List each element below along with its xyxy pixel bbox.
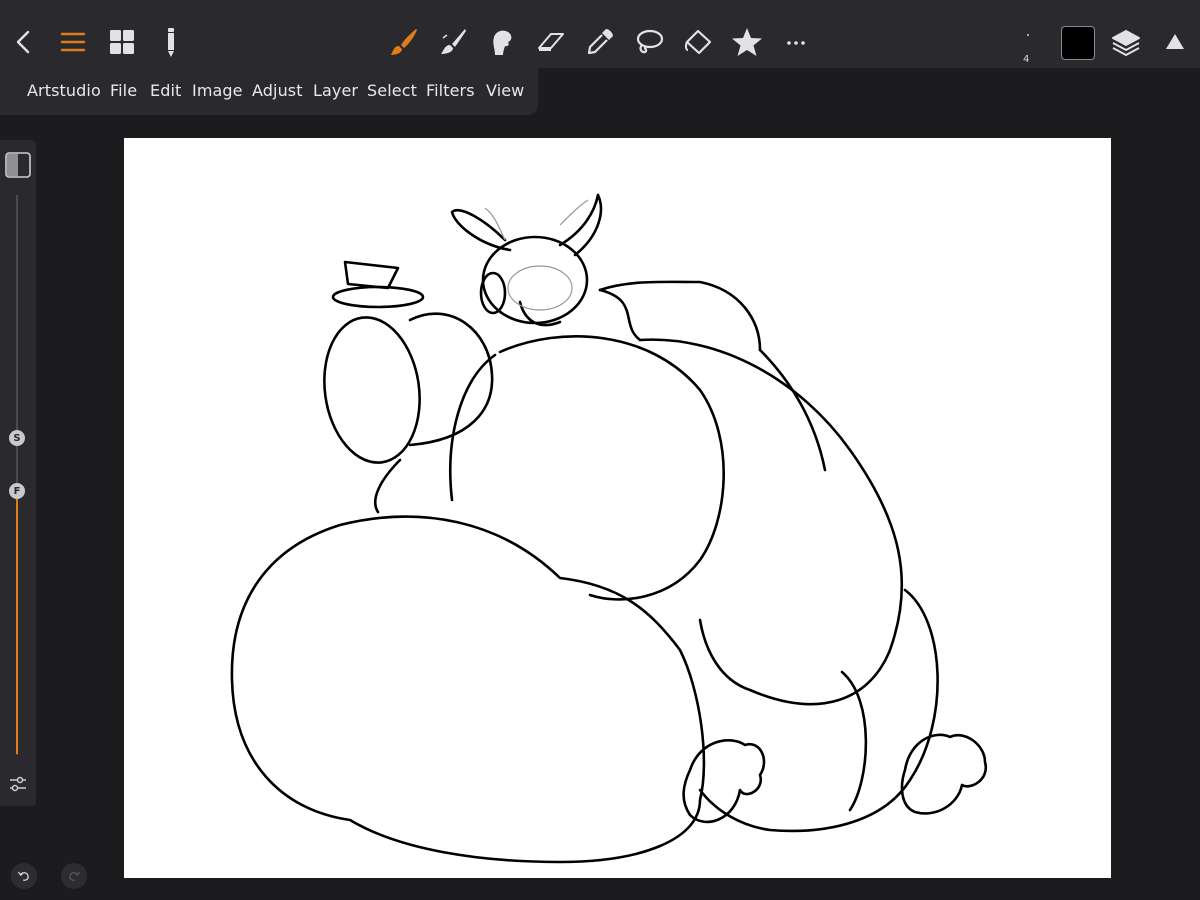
back-chevron-icon[interactable] [4,22,44,62]
layers-icon[interactable] [1106,22,1146,62]
sliders-settings-icon[interactable] [8,774,28,794]
top-toolbar: 4 [0,0,1200,68]
menu-image[interactable]: Image [192,81,243,100]
pencil-icon[interactable] [151,22,191,62]
menu-select[interactable]: Select [367,81,417,100]
sketch-artwork [230,193,988,864]
undo-icon[interactable] [11,863,37,889]
menu-view[interactable]: View [486,81,524,100]
lasso-icon[interactable] [629,22,669,62]
smudge-icon[interactable] [482,22,522,62]
flow-slider-fill [16,490,18,754]
brush-size-dot[interactable] [1027,34,1029,36]
size-slider-knob[interactable]: S [9,430,25,446]
drawing-canvas[interactable] [124,138,1111,878]
menu-artstudio[interactable]: Artstudio [27,81,101,100]
menu-edit[interactable]: Edit [150,81,181,100]
split-view-icon[interactable] [5,152,31,178]
flow-slider-knob[interactable]: F [9,483,25,499]
eyedropper-icon[interactable] [580,22,620,62]
redo-icon[interactable] [61,863,87,889]
paint-brush-icon[interactable] [433,22,473,62]
collapse-triangle-icon[interactable] [1155,22,1195,62]
eraser-icon[interactable] [531,22,571,62]
gallery-grid-icon[interactable] [102,22,142,62]
color-swatch[interactable] [1061,26,1095,60]
brush-icon[interactable] [384,22,424,62]
menu-bar: Artstudio File Edit Image Adjust Layer S… [0,68,538,115]
menu-file[interactable]: File [110,81,137,100]
menu-adjust[interactable]: Adjust [252,81,303,100]
menu-icon[interactable] [53,22,93,62]
fill-bucket-icon[interactable] [678,22,718,62]
menu-layer[interactable]: Layer [313,81,358,100]
brush-size-label[interactable]: 4 [1023,54,1029,65]
menu-filters[interactable]: Filters [426,81,475,100]
brush-sidebar: S F [0,140,36,806]
star-icon[interactable] [727,22,767,62]
more-icon[interactable] [776,22,816,62]
